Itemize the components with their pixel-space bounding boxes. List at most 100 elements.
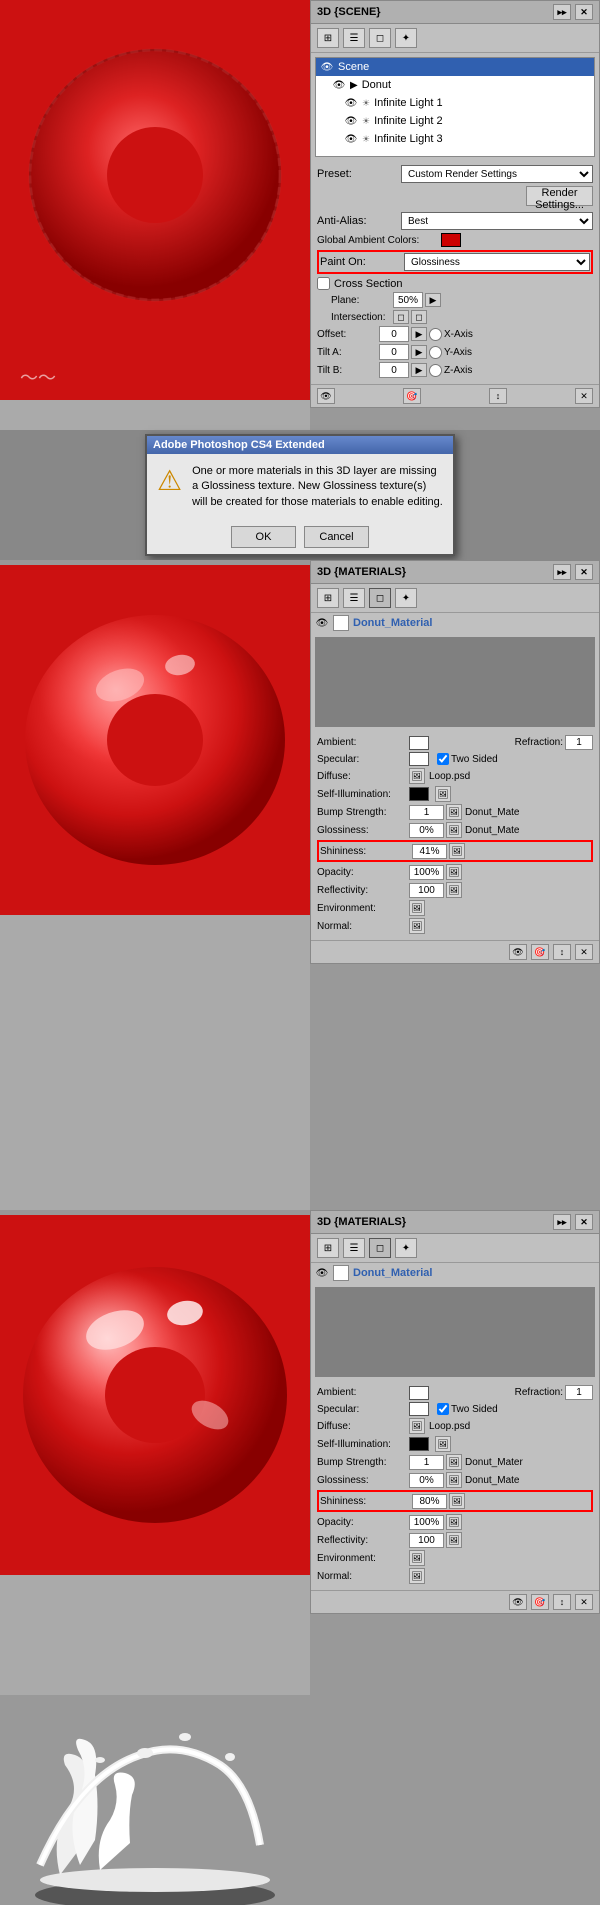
two-sided-checkbox-2[interactable] [437,753,449,765]
self-illum-swatch-2[interactable] [409,787,429,801]
scene-item-light1[interactable]: 👁 ☀ Infinite Light 1 [340,94,594,112]
scene-item-light2[interactable]: 👁 ☀ Infinite Light 2 [340,112,594,130]
ambient-swatch-3[interactable] [409,1386,429,1400]
mat-footer-btn-4[interactable]: ✕ [575,944,593,960]
toolbar-grid-btn[interactable]: ⊞ [317,28,339,48]
cross-section-checkbox[interactable] [317,277,330,290]
toolbar-layers-btn[interactable]: ☰ [343,28,365,48]
intersection-btn1[interactable]: ◻ [393,310,409,324]
reflectivity-map-btn-3[interactable]: 🖼 [446,1532,462,1548]
glossiness-input-3[interactable] [409,1473,444,1488]
normal-map-btn-2[interactable]: 🖼 [409,918,425,934]
tilt-a-stepper[interactable]: ▶ [411,345,427,359]
plane-stepper[interactable]: ▶ [425,293,441,307]
mat-footer-btn-3[interactable]: ↕ [553,944,571,960]
opacity-input-3[interactable] [409,1515,444,1530]
bump-input-2[interactable] [409,805,444,820]
toolbar-mat3-grid-btn[interactable]: ⊞ [317,1238,339,1258]
mat-eye-icon-3[interactable]: 👁 [315,1266,329,1280]
intersection-btn2[interactable]: ◻ [411,310,427,324]
refraction-input-3[interactable] [565,1385,593,1400]
self-illum-map-btn-3[interactable]: 🖼 [435,1436,451,1452]
specular-swatch-3[interactable] [409,1402,429,1416]
z-axis-radio[interactable] [429,364,442,377]
tilt-a-input[interactable] [379,344,409,360]
mat3-footer-btn-3[interactable]: ↕ [553,1594,571,1610]
panel-close-btn-mat2[interactable]: ✕ [575,564,593,580]
panel-close-btn-mat3[interactable]: ✕ [575,1214,593,1230]
dialog-ok-btn[interactable]: OK [231,526,296,548]
normal-map-btn-3[interactable]: 🖼 [409,1568,425,1584]
glossiness-map-btn-3[interactable]: 🖼 [446,1472,462,1488]
diffuse-map-btn-3[interactable]: 🖼 [409,1418,425,1434]
plane-input[interactable] [393,292,423,308]
glossiness-input-2[interactable] [409,823,444,838]
environment-map-btn-3[interactable]: 🖼 [409,1550,425,1566]
panel-minimize-btn-mat3[interactable]: ▸▸ [553,1214,571,1230]
mat3-footer-btn-1[interactable]: 👁 [509,1594,527,1610]
anti-alias-dropdown[interactable]: Best [401,212,593,230]
eye-icon-light1[interactable]: 👁 [344,96,358,110]
mat-eye-icon[interactable]: 👁 [315,616,329,630]
refraction-input-2[interactable] [565,735,593,750]
toolbar-mat-light-btn[interactable]: ✦ [395,588,417,608]
eye-icon-donut[interactable]: 👁 [332,78,346,92]
two-sided-checkbox-3[interactable] [437,1403,449,1415]
opacity-input-2[interactable] [409,865,444,880]
mat-footer-btn-1[interactable]: 👁 [509,944,527,960]
global-ambient-swatch[interactable] [441,233,461,247]
self-illum-map-btn-2[interactable]: 🖼 [435,786,451,802]
shininess-input-3[interactable] [412,1494,447,1509]
offset-input[interactable] [379,326,409,342]
scene-item-scene[interactable]: 👁 Scene [316,58,594,76]
footer-btn-3[interactable]: ↕ [489,388,507,404]
bump-input-3[interactable] [409,1455,444,1470]
bump-map-btn-2[interactable]: 🖼 [446,804,462,820]
offset-stepper[interactable]: ▶ [411,327,427,341]
dialog-cancel-btn[interactable]: Cancel [304,526,369,548]
eye-icon-light2[interactable]: 👁 [344,114,358,128]
diffuse-map-btn-2[interactable]: 🖼 [409,768,425,784]
footer-btn-2[interactable]: 🎯 [403,388,421,404]
reflectivity-input-3[interactable] [409,1533,444,1548]
reflectivity-map-btn-2[interactable]: 🖼 [446,882,462,898]
tilt-b-input[interactable] [379,362,409,378]
scene-item-light3[interactable]: 👁 ☀ Infinite Light 3 [340,130,594,148]
paint-on-dropdown[interactable]: Glossiness [404,253,590,271]
mat-color-box[interactable] [333,615,349,631]
eye-icon-scene[interactable]: 👁 [320,60,334,74]
opacity-map-btn-3[interactable]: 🖼 [446,1514,462,1530]
ambient-swatch-2[interactable] [409,736,429,750]
toolbar-light-btn[interactable]: ✦ [395,28,417,48]
scene-item-donut[interactable]: 👁 ▶ Donut [328,76,594,94]
toolbar-mat-layers-btn[interactable]: ☰ [343,588,365,608]
toolbar-box-btn[interactable]: ◻ [369,28,391,48]
x-axis-radio[interactable] [429,328,442,341]
mat-footer-btn-2[interactable]: 🎯 [531,944,549,960]
preset-dropdown[interactable]: Custom Render Settings [401,165,593,183]
tilt-b-stepper[interactable]: ▶ [411,363,427,377]
panel-minimize-btn-mat2[interactable]: ▸▸ [553,564,571,580]
self-illum-swatch-3[interactable] [409,1437,429,1451]
glossiness-map-btn-2[interactable]: 🖼 [446,822,462,838]
shininess-map-btn-2[interactable]: 🖼 [449,843,465,859]
y-axis-radio[interactable] [429,346,442,359]
toolbar-mat3-layers-btn[interactable]: ☰ [343,1238,365,1258]
mat3-footer-btn-2[interactable]: 🎯 [531,1594,549,1610]
mat3-footer-btn-4[interactable]: ✕ [575,1594,593,1610]
toolbar-mat3-box-btn[interactable]: ◻ [369,1238,391,1258]
footer-btn-4[interactable]: ✕ [575,388,593,404]
panel-close-btn[interactable]: ✕ [575,4,593,20]
panel-minimize-btn[interactable]: ▸▸ [553,4,571,20]
specular-swatch-2[interactable] [409,752,429,766]
opacity-map-btn-2[interactable]: 🖼 [446,864,462,880]
toolbar-mat-grid-btn[interactable]: ⊞ [317,588,339,608]
eye-icon-light3[interactable]: 👁 [344,132,358,146]
mat-color-box-3[interactable] [333,1265,349,1281]
footer-btn-1[interactable]: 👁 [317,388,335,404]
environment-map-btn-2[interactable]: 🖼 [409,900,425,916]
bump-map-btn-3[interactable]: 🖼 [446,1454,462,1470]
shininess-input-2[interactable] [412,844,447,859]
toolbar-mat3-light-btn[interactable]: ✦ [395,1238,417,1258]
toolbar-mat-box-btn[interactable]: ◻ [369,588,391,608]
